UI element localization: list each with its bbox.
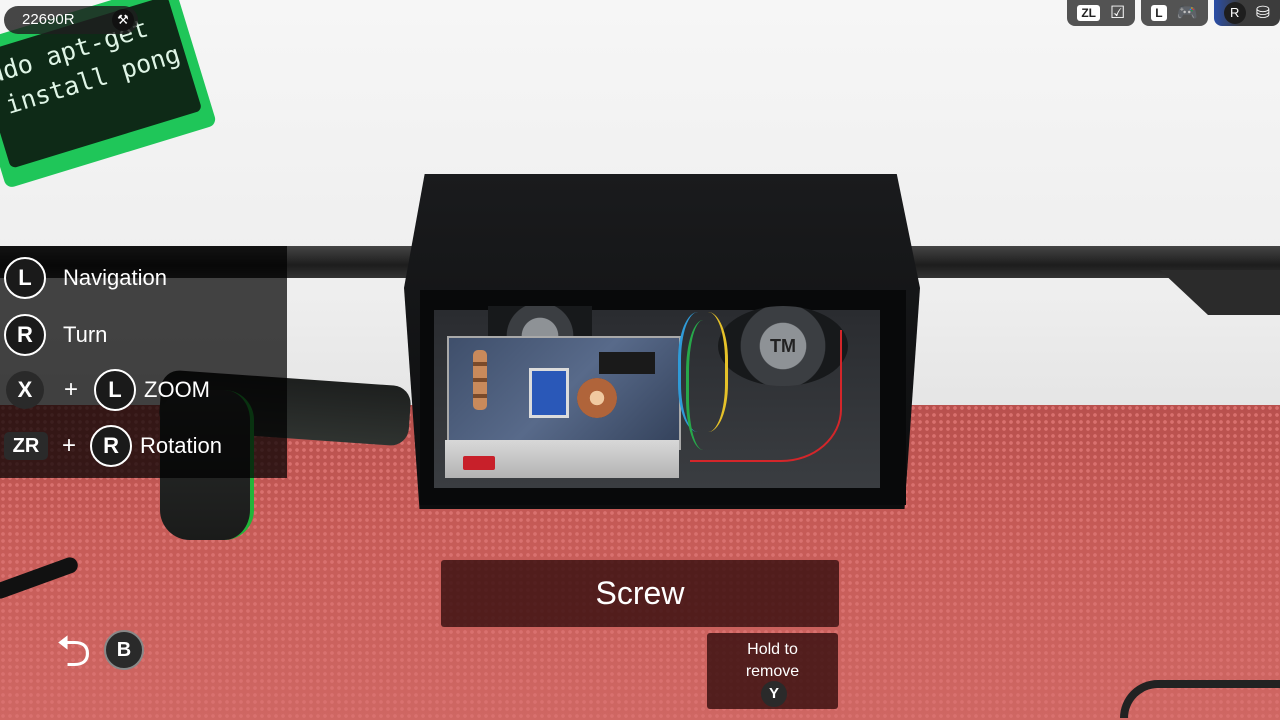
back-control[interactable]: ⮌ B [56,628,146,678]
controller-group[interactable]: L 🎮 [1141,0,1208,26]
tasks-group[interactable]: ZL ☑ [1067,0,1136,26]
zl-button-icon: ZL [1077,5,1100,21]
circuit-board[interactable] [447,336,681,450]
database-icon: ⛁ [1255,3,1270,22]
plus-sign: + [62,432,77,459]
ic-chip[interactable] [599,352,655,374]
wrench-icon[interactable]: ⚒ [112,9,134,31]
rotation-label: Rotation [140,433,222,458]
selected-part-label: Screw [441,560,839,627]
control-rotation: ZR + R Rotation [4,423,222,469]
b-button-icon: B [104,630,144,670]
y-button-icon: Y [761,681,787,707]
control-turn: R Turn [4,312,107,358]
l-button-icon: L [1151,5,1167,21]
right-stick-icon: R [90,425,133,467]
turn-label: Turn [63,322,108,347]
hold-text-line2: remove [745,663,800,680]
green-wire[interactable] [686,320,729,450]
controls-help-panel: L Navigation R Turn X + L ZOOM ZR + R Ro… [0,246,287,478]
zr-button-icon: ZR [4,432,48,460]
r-button-icon: R [1223,2,1246,24]
gamepad-icon: 🎮 [1176,3,1198,22]
currency-display: 22690R ⚒ [4,6,138,34]
cable [1120,680,1280,718]
plus-sign: + [64,376,79,403]
control-zoom: X + L ZOOM [4,367,210,413]
back-arrow-icon: ⮌ [56,627,92,676]
board-chassis [445,440,679,478]
hold-to-remove-prompt[interactable]: Hold to remove Y [707,633,838,709]
resistor[interactable] [473,350,487,410]
zoom-label: ZOOM [144,377,211,402]
x-button-icon: X [6,371,44,409]
left-stick-icon: L [94,369,137,411]
hold-text-line1: Hold to [747,641,798,658]
checklist-icon: ☑ [1109,3,1126,22]
power-switch[interactable] [463,456,495,470]
toroid-coil[interactable] [577,378,617,418]
left-stick-icon: L [4,257,46,299]
top-right-hud: ZL ☑ L 🎮 R ⛁ [1067,0,1280,26]
relay-component[interactable] [529,368,569,418]
currency-value: 22690R [22,11,75,28]
right-stick-icon: R [4,314,46,356]
inventory-group[interactable]: R ⛁ [1213,0,1280,26]
navigation-label: Navigation [63,265,167,290]
control-navigation: L Navigation [4,255,167,301]
